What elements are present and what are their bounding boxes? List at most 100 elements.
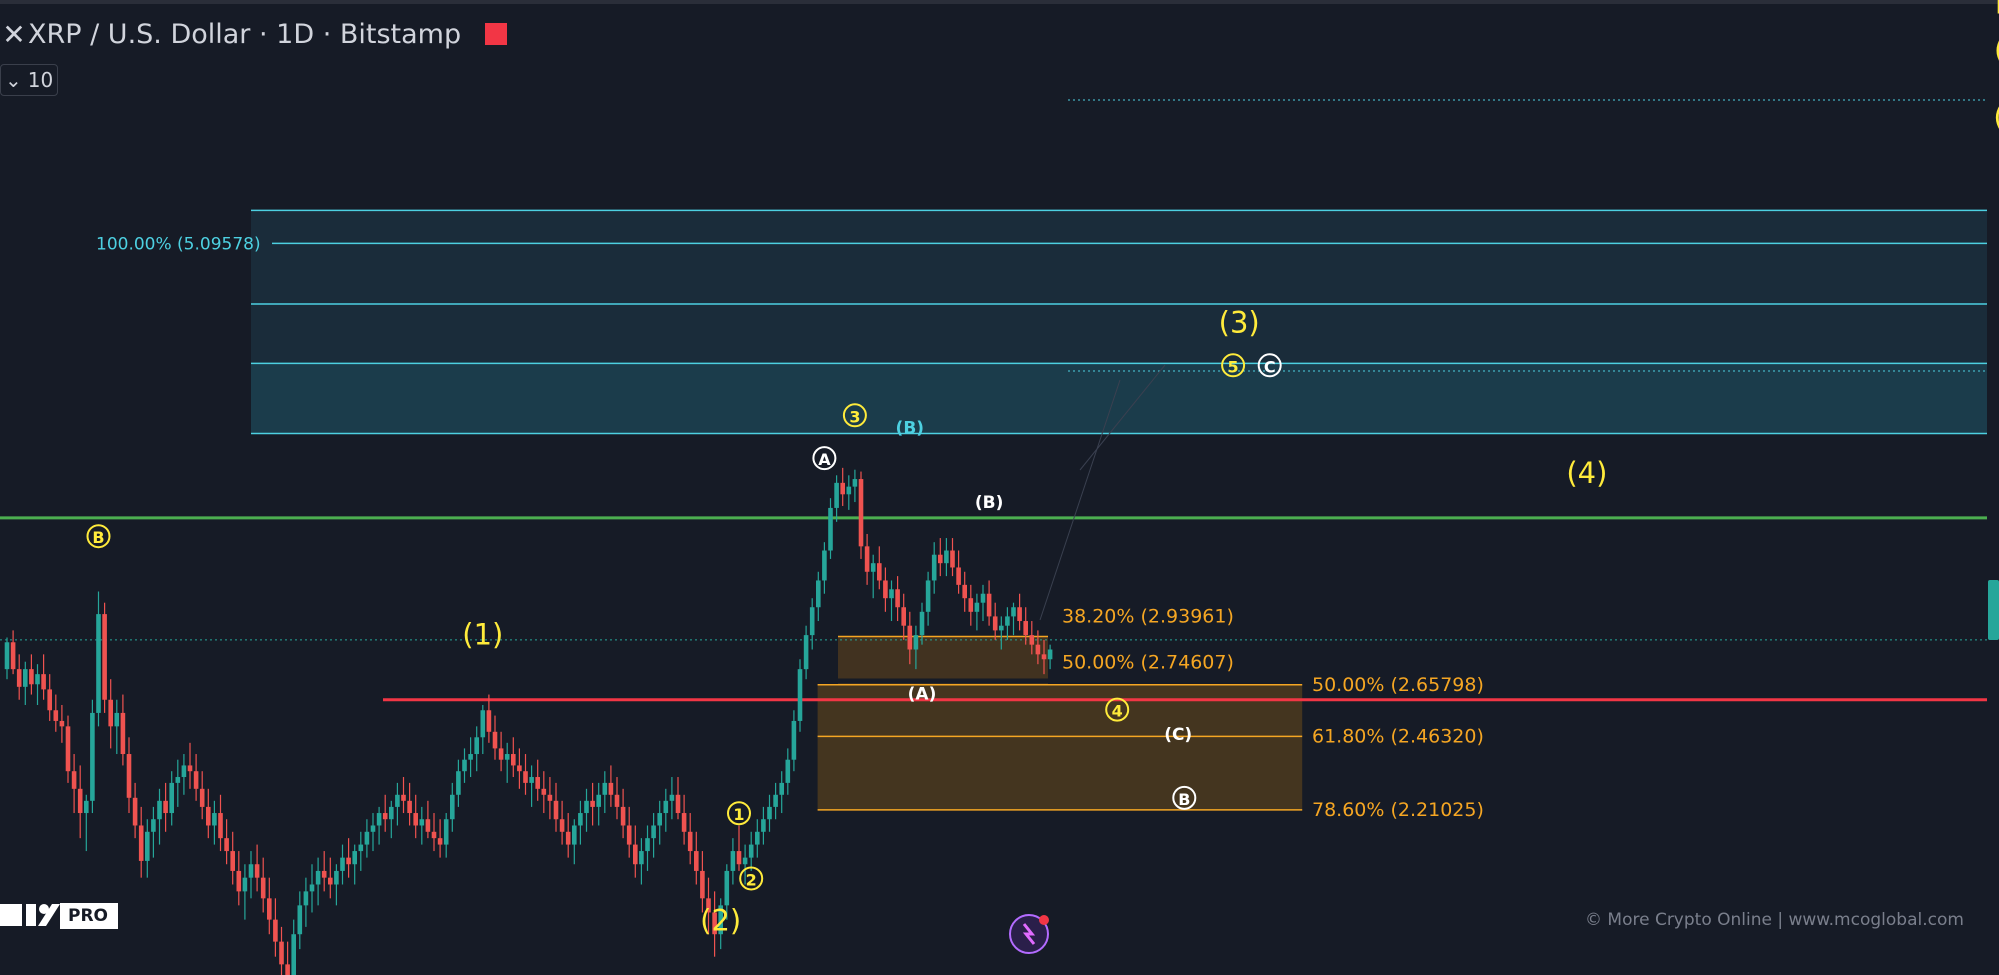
candle-body bbox=[29, 669, 34, 685]
candle-body bbox=[999, 625, 1004, 631]
watermark: © More Crypto Online | www.mcoglobal.com bbox=[1585, 910, 1964, 930]
candle-body bbox=[212, 813, 217, 826]
fib-blue-zone-lower bbox=[251, 363, 1987, 434]
wave-label: (C) bbox=[1164, 725, 1192, 745]
candle-body bbox=[962, 584, 967, 599]
candle-body bbox=[992, 616, 998, 631]
candle-body bbox=[315, 870, 321, 885]
candle-body bbox=[529, 777, 534, 783]
wave-label: (4) bbox=[1566, 456, 1607, 490]
indicator-count: 10 bbox=[27, 68, 54, 92]
candle-body bbox=[53, 710, 59, 721]
symbol-title[interactable]: XRP / U.S. Dollar · 1D · Bitstamp bbox=[28, 19, 461, 50]
price-scale-handle[interactable] bbox=[1988, 580, 1999, 640]
candle-body bbox=[145, 831, 150, 861]
candle-body bbox=[535, 777, 540, 789]
candle-body bbox=[767, 806, 772, 820]
price-chart[interactable]: 100.00% (5.09578) 50.00% (2.65798) 61.80% … bbox=[0, 0, 1999, 975]
indicator-collapse-button[interactable]: ⌄ 10 bbox=[0, 64, 58, 96]
wave-label: (5) bbox=[1993, 100, 1999, 134]
wave-label: 4 bbox=[1112, 702, 1123, 721]
candle-body bbox=[828, 507, 833, 551]
wave-label: 2 bbox=[746, 870, 757, 889]
chart-header: ✕ XRP / U.S. Dollar · 1D · Bitstamp bbox=[0, 14, 508, 54]
candle-body bbox=[468, 754, 473, 760]
pro-badge: PRO bbox=[60, 903, 119, 929]
candle-body bbox=[919, 611, 925, 636]
candle-body bbox=[1029, 635, 1035, 645]
candle-body bbox=[328, 877, 333, 885]
candle-body bbox=[565, 831, 571, 845]
candle-body bbox=[925, 580, 931, 612]
fib-orange-label: 78.60% (2.21025) bbox=[1312, 799, 1484, 821]
wave-label: C bbox=[1264, 357, 1276, 376]
candle-body bbox=[10, 642, 16, 670]
candle-body bbox=[260, 877, 266, 899]
candle-body bbox=[59, 720, 65, 727]
candle-body bbox=[553, 800, 559, 820]
candle-body bbox=[419, 819, 425, 826]
assistant-icon[interactable] bbox=[1004, 912, 1054, 956]
candle-body bbox=[1047, 649, 1053, 660]
fib-orange-zone bbox=[817, 684, 1303, 810]
wave-label: (1) bbox=[462, 618, 503, 652]
candle-body bbox=[1035, 644, 1041, 655]
candle-body bbox=[761, 819, 766, 832]
wave-label: 3 bbox=[849, 407, 860, 426]
candle-body bbox=[602, 782, 608, 795]
fib-blue-label: 100.00% (5.09578) bbox=[96, 234, 261, 254]
candle-body bbox=[773, 794, 778, 807]
candle-body bbox=[523, 771, 528, 783]
candle-body bbox=[889, 589, 894, 599]
candle-body bbox=[382, 813, 388, 820]
close-icon[interactable]: ✕ bbox=[0, 18, 28, 51]
candle-body bbox=[114, 712, 120, 727]
candle-body bbox=[572, 825, 577, 845]
candle-body bbox=[511, 754, 516, 766]
candle-body bbox=[633, 844, 638, 865]
wave-label: (3) bbox=[1219, 305, 1260, 339]
candle-body bbox=[901, 607, 906, 626]
candle-body bbox=[492, 731, 498, 749]
candle-body bbox=[151, 819, 156, 832]
fib-orange-label: 61.80% (2.46320) bbox=[1312, 725, 1484, 747]
candle-body bbox=[181, 765, 187, 778]
candle-body bbox=[132, 797, 138, 826]
candle-body bbox=[175, 777, 181, 783]
candle-body bbox=[218, 813, 223, 839]
wave-label: 1 bbox=[733, 805, 744, 824]
chevron-down-icon: ⌄ bbox=[5, 68, 22, 92]
candle-body bbox=[840, 482, 845, 495]
candle-body bbox=[456, 771, 461, 795]
candle-body bbox=[224, 838, 229, 852]
flag-icon[interactable] bbox=[485, 23, 508, 45]
candle-body bbox=[687, 831, 693, 852]
candle-body bbox=[450, 794, 455, 820]
candle-body bbox=[120, 712, 126, 755]
candle-body bbox=[474, 737, 479, 755]
candle-body bbox=[291, 934, 296, 975]
candle-body bbox=[443, 819, 449, 845]
candle-body bbox=[163, 800, 168, 814]
candle-body bbox=[242, 877, 248, 892]
candle-body bbox=[724, 870, 730, 906]
candle-body bbox=[980, 593, 986, 603]
candle-body bbox=[267, 898, 272, 920]
wave-label: (v) bbox=[1994, 33, 1999, 67]
candle-body bbox=[986, 593, 992, 617]
candle-body bbox=[1041, 654, 1047, 660]
candle-body bbox=[1011, 607, 1016, 617]
candle-body bbox=[694, 851, 699, 871]
candle-body bbox=[956, 567, 961, 585]
candle-body bbox=[199, 788, 205, 807]
candle-body bbox=[809, 607, 815, 636]
candle-body bbox=[376, 813, 382, 826]
candle-body bbox=[254, 864, 260, 878]
candle-body bbox=[608, 782, 614, 795]
wave-label: (B) bbox=[896, 419, 925, 439]
candle-body bbox=[742, 857, 748, 865]
candle-body bbox=[389, 806, 394, 820]
candle-body bbox=[974, 602, 980, 612]
candle-body bbox=[645, 838, 650, 852]
candle-body bbox=[791, 720, 797, 760]
